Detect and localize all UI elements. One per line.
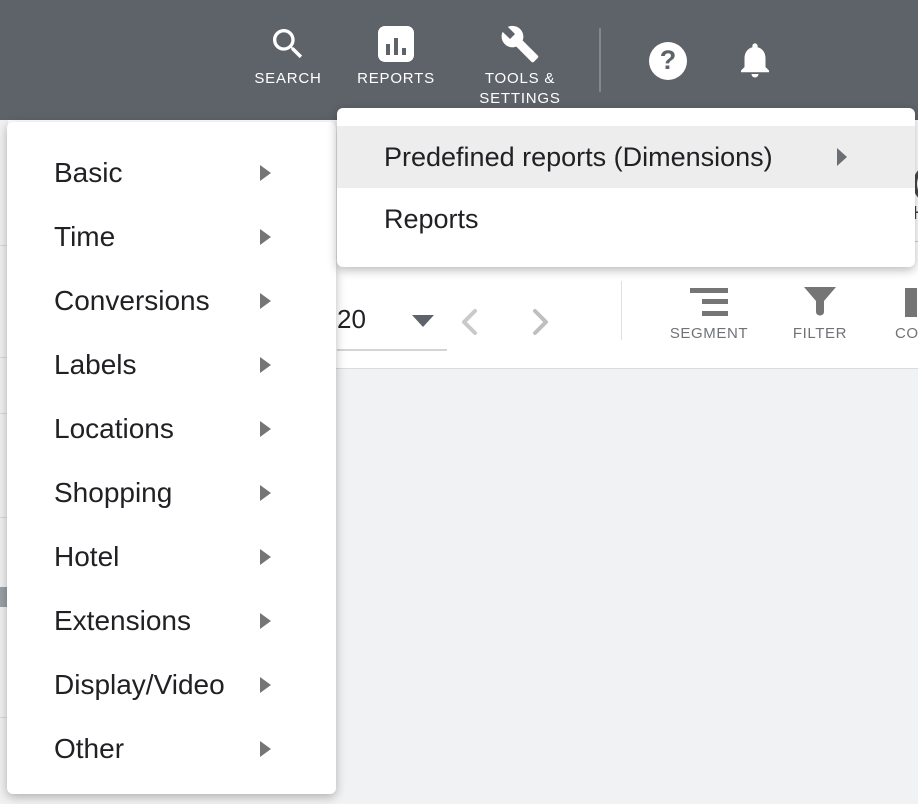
menu-item-display-video[interactable]: Display/Video: [7, 653, 336, 717]
nav-search[interactable]: SEARCH: [238, 20, 338, 89]
bar-chart-icon: [378, 20, 414, 68]
submenu-arrow-icon: [260, 677, 271, 693]
menu-item-labels[interactable]: Labels: [7, 333, 336, 397]
menu-item-label: Hotel: [54, 541, 119, 573]
menu-item-label: Labels: [54, 349, 137, 381]
menu-item-predefined-reports[interactable]: Predefined reports (Dimensions): [337, 126, 915, 188]
menu-item-label: Conversions: [54, 285, 210, 317]
reports-dropdown-menu: Predefined reports (Dimensions) Reports: [337, 108, 915, 267]
google-ads-screen: 20 SEGMENT FILTER COLUMNS H: [0, 0, 918, 804]
segment-icon: [690, 288, 728, 317]
dimensions-flyout-menu: Basic Time Conversions Labels Locations …: [7, 122, 336, 794]
submenu-arrow-icon: [260, 293, 271, 309]
menu-item-label: Locations: [54, 413, 174, 445]
wrench-icon: [500, 20, 540, 68]
rows-per-page-select[interactable]: 20: [337, 298, 449, 352]
nav-tools-settings-label: TOOLS & SETTINGS: [452, 69, 588, 108]
menu-item-label: Shopping: [54, 477, 172, 509]
next-page-button[interactable]: [520, 302, 560, 342]
topbar-divider: [599, 28, 601, 92]
bell-icon: [734, 38, 776, 82]
dropdown-caret-icon: [412, 315, 434, 327]
filter-button[interactable]: FILTER: [780, 284, 860, 342]
top-app-bar: SEARCH REPORTS TOOLS & SETTINGS ?: [0, 0, 918, 120]
columns-label: COLUMNS: [895, 325, 918, 342]
question-mark-icon: ?: [660, 45, 677, 76]
select-underline: [337, 349, 447, 351]
submenu-arrow-icon: [260, 165, 271, 181]
submenu-arrow-icon: [260, 357, 271, 373]
menu-item-extensions[interactable]: Extensions: [7, 589, 336, 653]
search-icon: [268, 20, 308, 68]
nav-reports[interactable]: REPORTS: [346, 20, 446, 89]
nav-reports-label: REPORTS: [357, 69, 435, 89]
menu-item-label: Time: [54, 221, 115, 253]
submenu-arrow-icon: [260, 741, 271, 757]
menu-item-time[interactable]: Time: [7, 205, 336, 269]
submenu-arrow-icon: [260, 485, 271, 501]
menu-item-conversions[interactable]: Conversions: [7, 269, 336, 333]
segment-label: SEGMENT: [668, 325, 750, 342]
notifications-button[interactable]: [734, 38, 776, 87]
submenu-arrow-icon: [837, 148, 847, 166]
menu-item-locations[interactable]: Locations: [7, 397, 336, 461]
submenu-arrow-icon: [260, 549, 271, 565]
chevron-left-icon: [457, 307, 483, 337]
menu-item-hotel[interactable]: Hotel: [7, 525, 336, 589]
menu-item-other[interactable]: Other: [7, 717, 336, 781]
toolbar-divider: [621, 281, 622, 340]
menu-item-label: Other: [54, 733, 124, 765]
nav-tools-settings[interactable]: TOOLS & SETTINGS: [452, 20, 588, 108]
filter-icon: [802, 285, 838, 318]
rows-per-page-value: 20: [337, 304, 366, 335]
menu-item-label: Predefined reports (Dimensions): [384, 142, 773, 173]
submenu-arrow-icon: [260, 613, 271, 629]
submenu-arrow-icon: [260, 421, 271, 437]
submenu-arrow-icon: [260, 229, 271, 245]
menu-item-label: Basic: [54, 157, 122, 189]
filter-label: FILTER: [780, 325, 860, 342]
chevron-right-icon: [527, 307, 553, 337]
segment-button[interactable]: SEGMENT: [668, 284, 750, 342]
menu-item-basic[interactable]: Basic: [7, 141, 336, 205]
columns-icon: [905, 288, 917, 317]
nav-search-label: SEARCH: [254, 69, 321, 89]
menu-item-shopping[interactable]: Shopping: [7, 461, 336, 525]
menu-item-label: Reports: [384, 204, 479, 235]
menu-item-label: Display/Video: [54, 669, 225, 701]
columns-button[interactable]: COLUMNS: [895, 284, 918, 342]
menu-item-reports[interactable]: Reports: [337, 188, 915, 250]
menu-item-label: Extensions: [54, 605, 191, 637]
help-button[interactable]: ?: [649, 42, 687, 80]
previous-page-button[interactable]: [450, 302, 490, 342]
